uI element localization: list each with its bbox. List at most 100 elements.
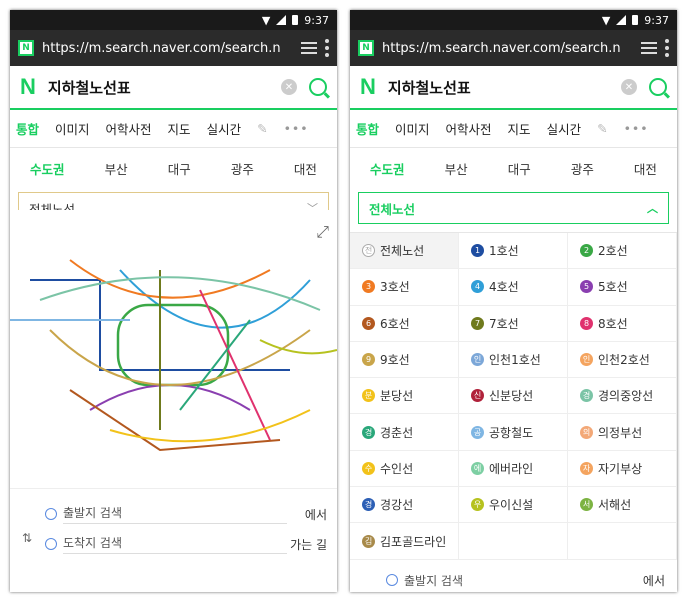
line-option[interactable]: 7 7호선 [459,305,568,342]
tab-realtime[interactable]: 실시간 [207,119,242,138]
line-option[interactable]: 수 수인선 [350,450,459,488]
line-option[interactable]: 분 분당선 [350,378,459,415]
line-option-label: 김포골드라인 [380,534,447,549]
line-option[interactable]: 의 의정부선 [568,414,677,451]
search-input[interactable]: 지하철노선표 [388,77,609,98]
tab-map[interactable]: 지도 [168,119,191,138]
search-bar: N 지하철노선표 ✕ [10,66,337,110]
more-icon[interactable]: ••• [624,121,649,136]
origin-row[interactable]: 출발지 검색 에서 [45,501,327,527]
tabs-icon[interactable] [641,42,657,54]
pen-icon[interactable]: ✎ [257,121,267,136]
line-option-label: 분당선 [380,389,414,404]
line-badge-icon: 우 [471,498,484,512]
search-icon[interactable] [649,78,667,96]
origin-suffix: 에서 [304,507,327,522]
tab-dictionary[interactable]: 어학사전 [446,119,492,138]
line-option[interactable]: 신 신분당선 [459,378,568,415]
line-badge-icon: 7 [471,316,484,330]
line-option-label: 9호선 [380,353,410,368]
subway-map[interactable]: ⤢ [10,210,337,480]
tab-images[interactable]: 이미지 [395,119,430,138]
line-option-label: 공항철도 [489,425,534,440]
line-option[interactable]: 경 경춘선 [350,414,459,451]
empty-cell [568,523,677,560]
subway-map-image [10,259,337,452]
line-option-label: 6호선 [380,316,410,331]
line-option[interactable]: 5 5호선 [568,269,677,306]
line-option[interactable]: 경 경의중앙선 [568,378,677,415]
clear-icon[interactable]: ✕ [281,79,297,95]
browser-address-bar[interactable]: N https://m.search.naver.com/search.n [350,30,677,66]
line-option-label: 인천1호선 [489,353,541,368]
region-tab-daegu[interactable]: 대구 [168,159,191,178]
tab-map[interactable]: 지도 [508,119,531,138]
tab-realtime[interactable]: 실시간 [547,119,582,138]
destination-row[interactable]: 도착지 검색 가는 길 [45,531,327,557]
line-option[interactable]: 우 우이신설 [459,487,568,524]
line-badge-icon: 9 [362,353,375,367]
region-tab-daejeon[interactable]: 대전 [634,159,657,178]
line-option[interactable]: 인 인천1호선 [459,341,568,379]
line-option[interactable]: 8 8호선 [568,305,677,342]
line-option[interactable]: 1 1호선 [459,233,568,270]
search-icon[interactable] [309,78,327,96]
line-option[interactable]: 전 전체노선 [350,233,459,270]
tabs-icon[interactable] [301,42,317,54]
tab-images[interactable]: 이미지 [55,119,90,138]
origin-input[interactable]: 출발지 검색 [63,504,287,524]
line-option[interactable]: 인 인천2호선 [568,341,677,379]
expand-map-icon[interactable]: ⤢ [316,222,329,242]
overflow-menu-icon[interactable] [325,39,329,57]
url-text[interactable]: https://m.search.naver.com/search.n [382,41,633,56]
tab-dictionary[interactable]: 어학사전 [106,119,152,138]
line-option[interactable]: 경 경강선 [350,487,459,524]
line-option[interactable]: 4 4호선 [459,269,568,306]
line-option[interactable]: 자 자기부상 [568,450,677,488]
status-time: 9:37 [644,13,669,27]
origin-input[interactable]: 출발지 검색 [404,572,617,589]
region-tab-busan[interactable]: 부산 [445,159,468,178]
wifi-icon: ▼ [261,13,271,27]
region-tab-busan[interactable]: 부산 [105,159,128,178]
line-badge-icon: 서 [580,498,593,512]
search-bar: N 지하철노선표 ✕ [350,66,677,110]
url-text[interactable]: https://m.search.naver.com/search.n [42,41,293,56]
region-tab-daejeon[interactable]: 대전 [294,159,317,178]
naver-logo[interactable]: N [360,74,376,100]
region-tab-daegu[interactable]: 대구 [508,159,531,178]
chevron-up-icon: ︿ [647,202,658,215]
pen-icon[interactable]: ✎ [597,121,607,136]
swap-icon[interactable]: ⇅ [22,531,32,545]
naver-favicon-icon: N [358,40,374,56]
browser-address-bar[interactable]: N https://m.search.naver.com/search.n [10,30,337,66]
clear-icon[interactable]: ✕ [621,79,637,95]
line-badge-icon: 경 [362,425,375,439]
naver-logo[interactable]: N [20,74,36,100]
more-icon[interactable]: ••• [284,121,309,136]
region-tab-gwangju[interactable]: 광주 [231,159,254,178]
line-option-label: 3호선 [380,280,410,295]
line-option[interactable]: 3 3호선 [350,269,459,306]
overflow-menu-icon[interactable] [665,39,669,57]
line-option[interactable]: 에 에버라인 [459,450,568,488]
tab-integrated[interactable]: 통합 [16,119,39,138]
status-bar: ▼ 9:37 [10,10,337,30]
tab-integrated[interactable]: 통합 [356,119,379,138]
line-option[interactable]: 김 김포골드라인 [350,523,459,560]
line-option[interactable]: 6 6호선 [350,305,459,342]
destination-input[interactable]: 도착지 검색 [63,534,287,554]
origin-row[interactable]: 출발지 검색 에서 [350,568,677,592]
line-badge-icon: 전 [362,244,375,258]
line-option[interactable]: 공 공항철도 [459,414,568,451]
region-tab-capital[interactable]: 수도권 [30,159,65,178]
line-option[interactable]: 9 9호선 [350,341,459,379]
line-select-dropdown[interactable]: 전체노선 ︿ [358,192,669,224]
line-option-label: 신분당선 [489,389,534,404]
line-option[interactable]: 2 2호선 [568,233,677,270]
line-option[interactable]: 서 서해선 [568,487,677,524]
region-tab-gwangju[interactable]: 광주 [571,159,594,178]
search-input[interactable]: 지하철노선표 [48,77,269,98]
phone-screen-map: ▼ 9:37 N https://m.search.naver.com/sear… [10,10,337,592]
region-tab-capital[interactable]: 수도권 [370,159,405,178]
